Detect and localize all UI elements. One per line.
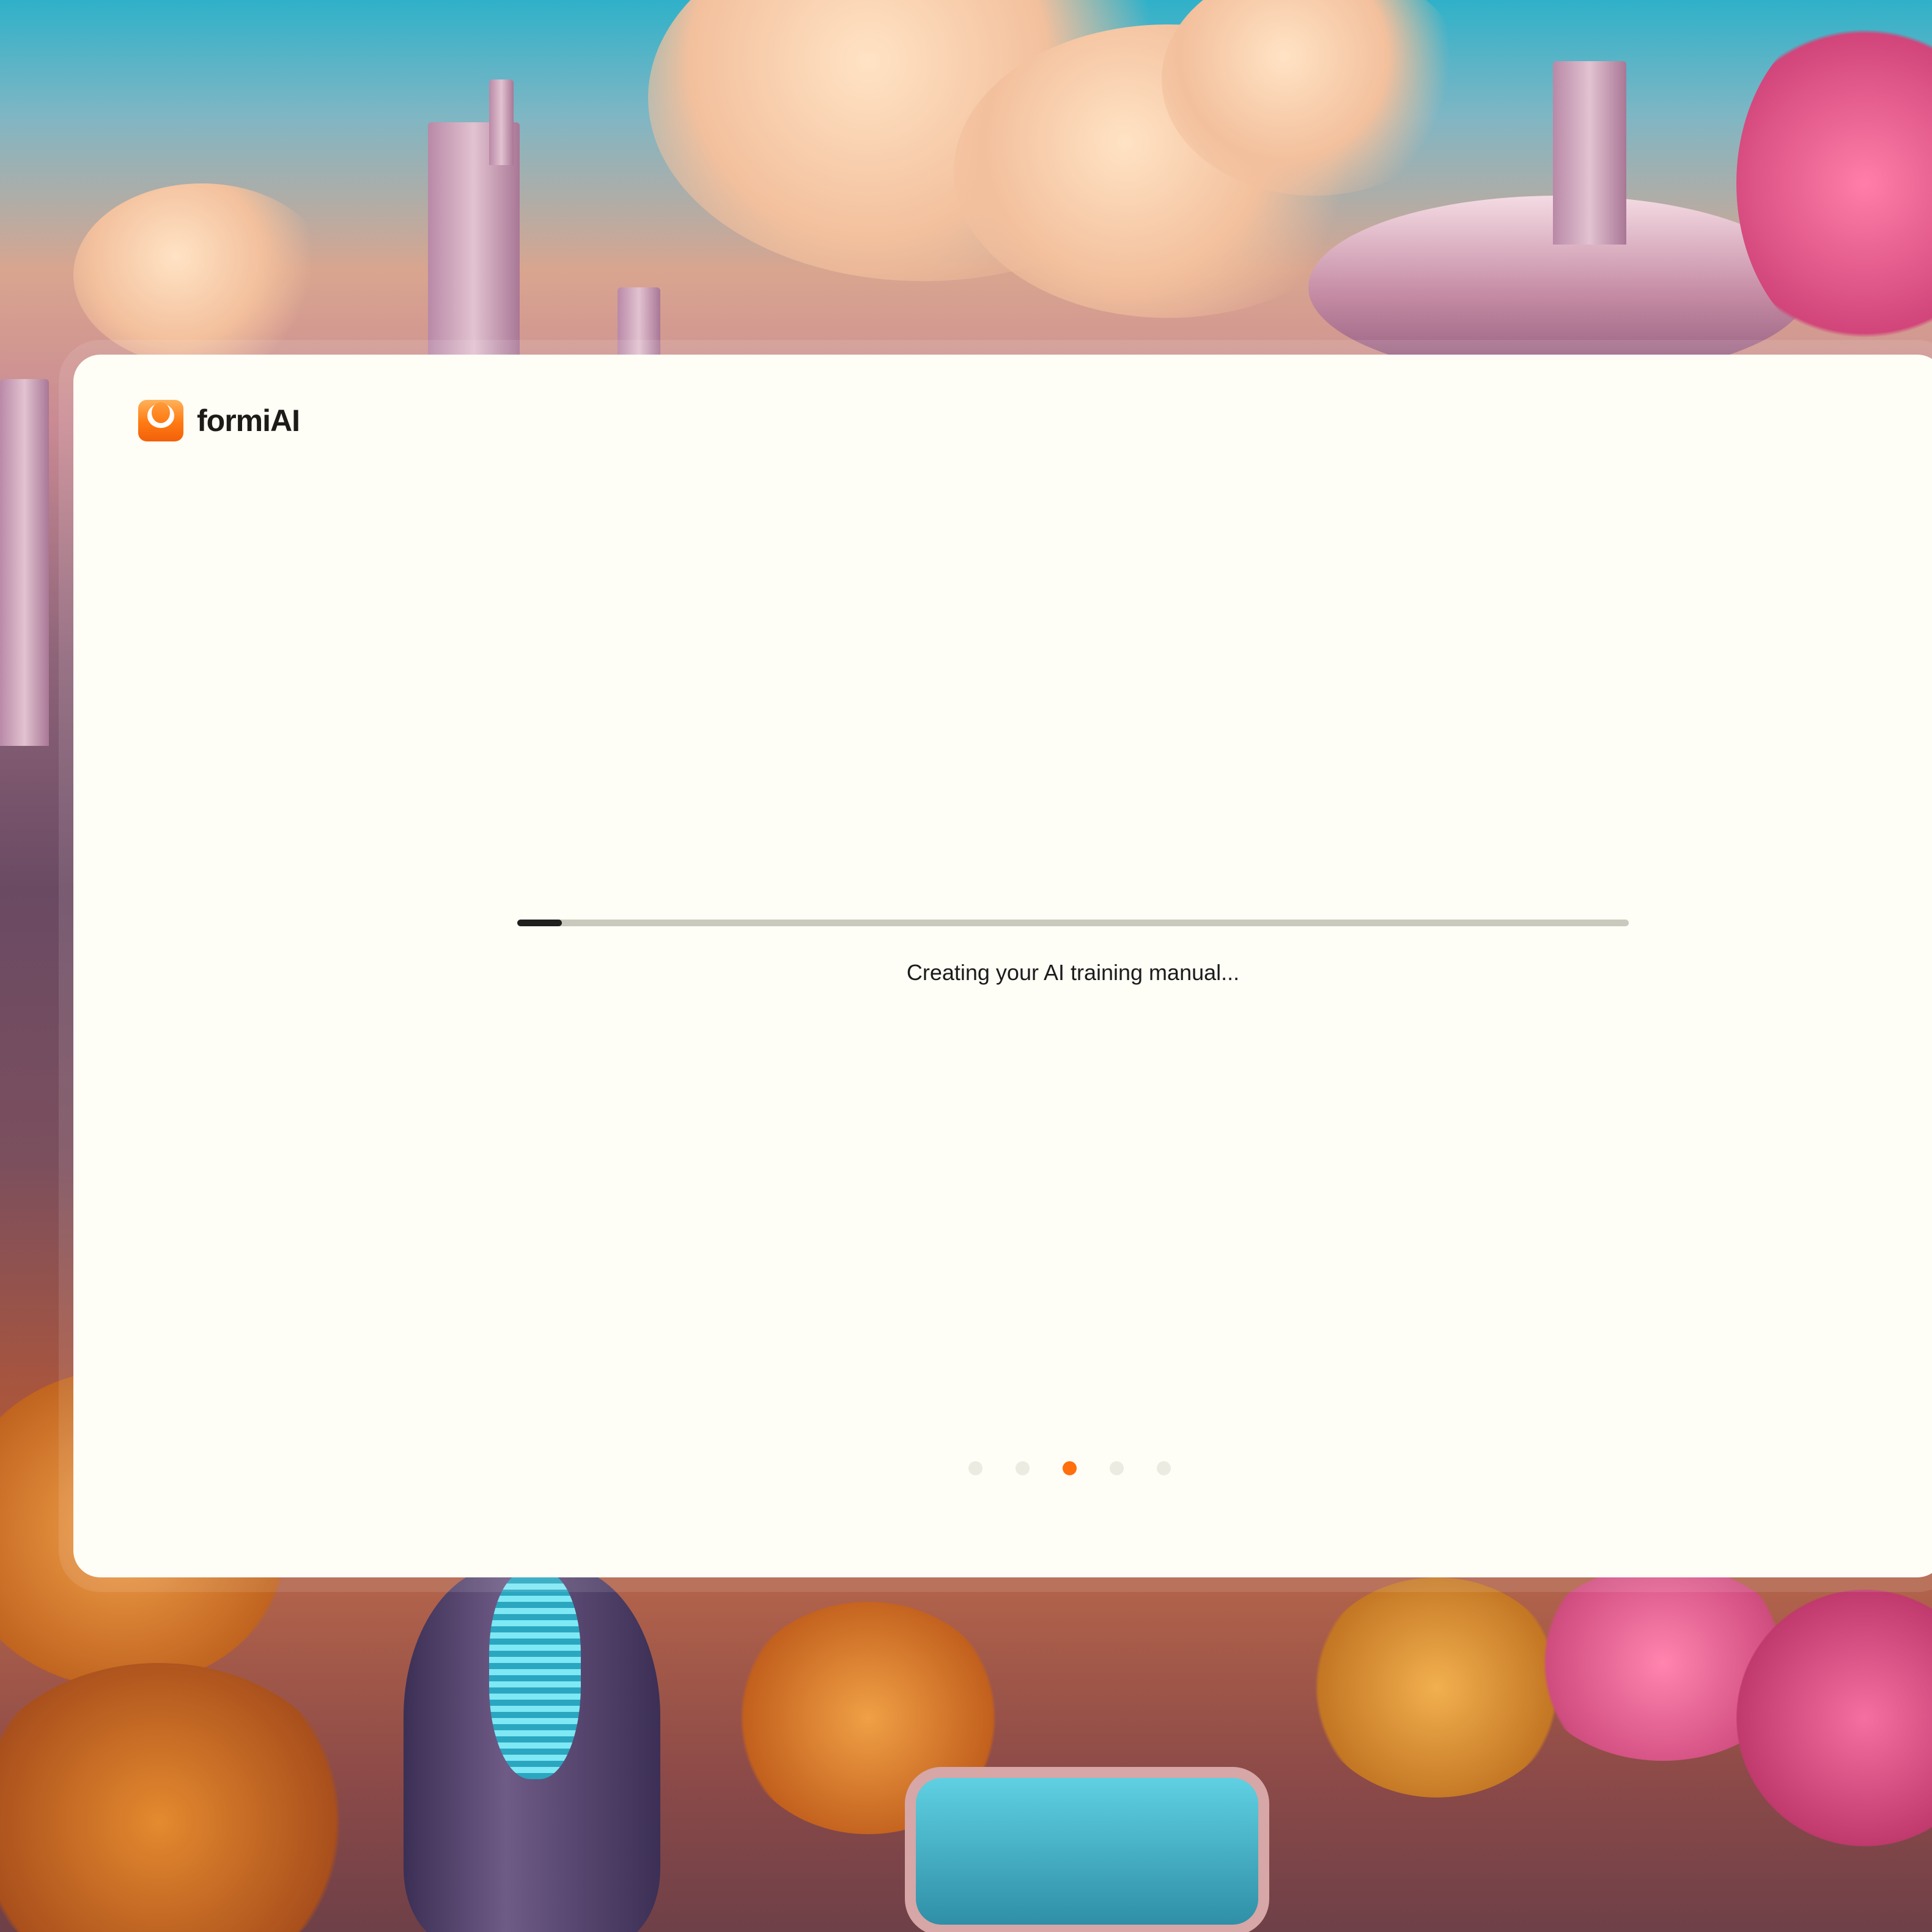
pagination-dot [1063, 1461, 1077, 1475]
pagination-dot [968, 1461, 983, 1475]
pagination-dot [1110, 1461, 1124, 1475]
onboarding-panel: formiAI Creating your AI training manual… [73, 355, 1932, 1577]
pagination-dot [1157, 1461, 1171, 1475]
progress-bar [517, 920, 1629, 926]
brand-header: formiAI [138, 400, 300, 441]
formi-logo-icon [138, 400, 183, 441]
loading-status-text: Creating your AI training manual... [906, 960, 1240, 985]
pagination-dots [968, 1461, 1171, 1475]
pagination-dot [1016, 1461, 1030, 1475]
brand-name: formiAI [197, 404, 300, 438]
progress-bar-fill [517, 920, 562, 926]
